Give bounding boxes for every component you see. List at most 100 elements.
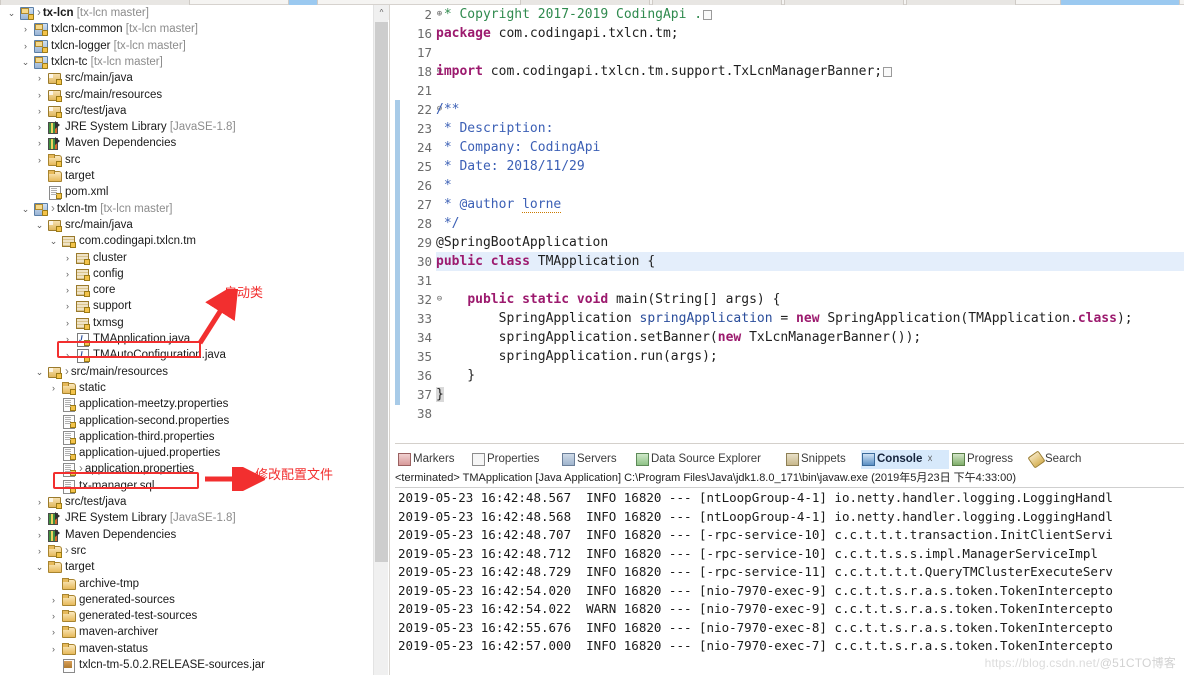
editor-code-line[interactable]: } — [436, 366, 475, 385]
tree-item[interactable]: application-second.properties — [0, 413, 372, 429]
tree-item[interactable]: › maven-status — [0, 641, 372, 657]
tree-twisty-collapsed-icon[interactable]: › — [34, 494, 45, 510]
editor-code-line[interactable] — [436, 81, 444, 100]
tree-twisty-collapsed-icon[interactable]: › — [34, 152, 45, 168]
tree-twisty-expanded-icon[interactable]: ⌄ — [34, 364, 45, 380]
tree-twisty-collapsed-icon[interactable]: › — [48, 380, 59, 396]
editor-code-line[interactable]: * @author lorne — [436, 195, 562, 214]
tree-item[interactable]: archive-tmp — [0, 576, 372, 592]
editor-code-line[interactable]: springApplication.run(args); — [436, 347, 718, 366]
editor-code-line[interactable]: * — [436, 176, 452, 195]
tree-twisty-expanded-icon[interactable]: ⌄ — [20, 201, 31, 217]
editor-code-area[interactable]: * Copyright 2017-2019 CodingApi . package… — [436, 5, 1184, 445]
editor-code-line[interactable]: /** — [436, 100, 459, 119]
console-tab-console[interactable]: Console ☓ — [861, 450, 949, 469]
tree-item[interactable]: › support — [0, 298, 372, 314]
tree-item[interactable]: ⌄ › tx-lcn [tx-lcn master] — [0, 5, 372, 21]
tree-item[interactable]: › maven-archiver — [0, 624, 372, 640]
editor-code-line[interactable]: public class TMApplication { — [436, 252, 1184, 271]
tree-item[interactable]: › core — [0, 282, 372, 298]
tree-twisty-collapsed-icon[interactable]: › — [62, 282, 73, 298]
console-tab-properties[interactable]: Properties — [471, 450, 559, 469]
close-tab-icon[interactable]: ☓ — [927, 454, 932, 465]
tree-item[interactable]: › src/main/java — [0, 70, 372, 86]
scroll-up-arrow-icon[interactable]: ^ — [374, 5, 389, 20]
tree-item[interactable]: › Maven Dependencies — [0, 135, 372, 151]
tree-item[interactable]: application-third.properties — [0, 429, 372, 445]
tree-item[interactable]: › txlcn-common [tx-lcn master] — [0, 21, 372, 37]
editor-code-line[interactable] — [436, 43, 444, 62]
console-tab-snippets[interactable]: Snippets — [785, 450, 859, 469]
tree-twisty-collapsed-icon[interactable]: › — [34, 70, 45, 86]
tree-twisty-collapsed-icon[interactable]: › — [34, 87, 45, 103]
tree-twisty-collapsed-icon[interactable]: › — [62, 331, 73, 347]
tree-twisty-collapsed-icon[interactable]: › — [62, 315, 73, 331]
tree-twisty-collapsed-icon[interactable]: › — [48, 624, 59, 640]
tree-item[interactable]: ⌄ com.codingapi.txlcn.tm — [0, 233, 372, 249]
console-view-tabs[interactable]: Markers Properties Servers Data Source Expl… — [395, 450, 1184, 469]
tree-item[interactable]: txlcn-tm-5.0.2.RELEASE-sources.jar — [0, 657, 372, 673]
console-panel[interactable]: Markers Properties Servers Data Source Expl… — [395, 450, 1184, 675]
console-tab-search[interactable]: Search — [1027, 450, 1095, 469]
console-output-scroll[interactable]: 2019-05-23 16:42:48.567 INFO 16820 --- [… — [395, 487, 1184, 675]
editor-code-line[interactable]: * Copyright 2017-2019 CodingApi . — [436, 5, 713, 24]
tree-twisty-expanded-icon[interactable]: ⌄ — [20, 54, 31, 70]
collapsed-fold-box-icon[interactable] — [703, 9, 713, 20]
tree-item[interactable]: › J TMAutoConfiguration.java — [0, 347, 372, 364]
editor-code-line[interactable]: @SpringBootApplication — [436, 233, 608, 252]
tree-item[interactable]: › J TMApplication.java — [0, 331, 372, 347]
tree-item[interactable]: ⌄ › txlcn-tm [tx-lcn master] — [0, 201, 372, 217]
editor-code-line[interactable]: public static void main(String[] args) { — [436, 290, 780, 309]
project-tree[interactable]: ⌄ › tx-lcn [tx-lcn master] › txlcn-common [t… — [0, 5, 372, 673]
tree-item[interactable]: application-meetzy.properties — [0, 396, 372, 413]
console-tab-markers[interactable]: Markers — [397, 450, 469, 469]
tree-item[interactable]: pom.xml — [0, 184, 372, 201]
tree-twisty-collapsed-icon[interactable]: › — [62, 298, 73, 314]
editor-code-line[interactable]: import com.codingapi.txlcn.tm.support.Tx… — [436, 62, 893, 81]
tree-item[interactable]: ⌄ › src/main/resources — [0, 364, 372, 380]
java-editor[interactable]: 2 ⊕ 16 17 18 ⊕ 21 22 ⊖ 23 24 25 26 27 28 29 30 31 32 ⊖ 33 34 3… — [395, 5, 1184, 445]
tree-item[interactable]: › › src — [0, 543, 372, 559]
explorer-scrollbar[interactable]: ^ — [373, 5, 389, 675]
scrollbar-thumb[interactable] — [375, 22, 388, 562]
tree-item[interactable]: ⌄ src/main/java — [0, 217, 372, 233]
editor-code-line[interactable]: springApplication.setBanner(new TxLcnMan… — [436, 328, 922, 347]
tree-item[interactable]: › src/test/java — [0, 494, 372, 510]
tree-twisty-expanded-icon[interactable]: ⌄ — [48, 233, 59, 249]
tree-twisty-collapsed-icon[interactable]: › — [20, 21, 31, 37]
editor-code-line[interactable]: package com.codingapi.txlcn.tm; — [436, 24, 679, 43]
editor-code-line[interactable]: * Description: — [436, 119, 554, 138]
tree-item[interactable]: › generated-sources — [0, 592, 372, 608]
tree-twisty-collapsed-icon[interactable]: › — [34, 135, 45, 151]
tree-item[interactable]: › txmsg — [0, 315, 372, 331]
editor-code-line[interactable]: SpringApplication springApplication = ne… — [436, 309, 1133, 328]
editor-code-line[interactable]: * Company: CodingApi — [436, 138, 601, 157]
editor-code-line[interactable]: } — [436, 385, 444, 404]
tree-item[interactable]: › src — [0, 152, 372, 168]
tree-twisty-expanded-icon[interactable]: ⌄ — [34, 559, 45, 575]
tree-twisty-collapsed-icon[interactable]: › — [34, 543, 45, 559]
tree-item[interactable]: › txlcn-logger [tx-lcn master] — [0, 38, 372, 54]
tree-item[interactable]: › src/main/resources — [0, 87, 372, 103]
tree-twisty-collapsed-icon[interactable]: › — [34, 510, 45, 526]
tree-twisty-expanded-icon[interactable]: ⌄ — [6, 5, 17, 21]
tree-twisty-collapsed-icon[interactable]: › — [34, 527, 45, 543]
editor-code-line[interactable]: * Date: 2018/11/29 — [436, 157, 585, 176]
tree-item[interactable]: › generated-test-sources — [0, 608, 372, 624]
editor-code-line[interactable] — [436, 271, 444, 290]
tree-item[interactable]: application-ujued.properties — [0, 445, 372, 462]
tree-twisty-collapsed-icon[interactable]: › — [48, 641, 59, 657]
tree-twisty-collapsed-icon[interactable]: › — [62, 347, 73, 363]
tree-twisty-expanded-icon[interactable]: ⌄ — [34, 217, 45, 233]
tree-item[interactable]: ⌄ target — [0, 559, 372, 575]
tree-item[interactable]: ⌄ txlcn-tc [tx-lcn master] — [0, 54, 372, 70]
editor-code-line[interactable] — [436, 404, 444, 423]
console-tab-data-source-explorer[interactable]: Data Source Explorer — [635, 450, 783, 469]
tree-twisty-collapsed-icon[interactable]: › — [20, 38, 31, 54]
tree-twisty-collapsed-icon[interactable]: › — [34, 119, 45, 135]
package-explorer[interactable]: ⌄ › tx-lcn [tx-lcn master] › txlcn-common [t… — [0, 5, 372, 675]
tree-item[interactable]: target — [0, 168, 372, 184]
console-tab-servers[interactable]: Servers — [561, 450, 633, 469]
tree-twisty-collapsed-icon[interactable]: › — [62, 266, 73, 282]
tree-item[interactable]: › static — [0, 380, 372, 396]
